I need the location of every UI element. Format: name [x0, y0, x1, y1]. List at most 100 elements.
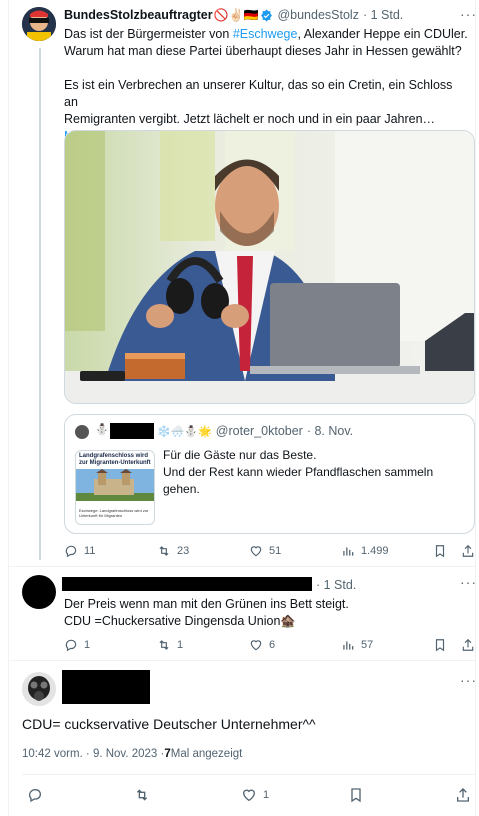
retweet-count: 23	[177, 545, 190, 557]
avatar-cartoon-icon	[22, 7, 56, 41]
quoted-thumbnail[interactable]: Landgrafenschloss wird zur Migranten-Unt…	[75, 450, 155, 525]
quoted-name-emojis: ❄️🌨️⛄🌟	[157, 425, 212, 438]
snowman-icon: ⛄	[95, 424, 109, 436]
tweet3-actions: 1	[0, 787, 479, 805]
like-button[interactable]: 1	[241, 787, 269, 803]
tweet1-header: BundesStolzbeauftragter 🚫✌🏻🇩🇪 @bundesSto…	[64, 8, 403, 22]
more-options-icon[interactable]: ···	[460, 672, 477, 688]
reply-count: 1	[84, 639, 91, 651]
timeline-right-border	[475, 0, 476, 816]
tweet1-actions: 11 23 51 1.499	[0, 544, 479, 560]
tweet1-line4: Remigranten vergibt. Jetzt lächelt er no…	[64, 112, 436, 126]
castle-photo	[76, 469, 154, 501]
gas-mask-icon	[22, 672, 56, 706]
retweet-button[interactable]: 23	[157, 544, 189, 558]
thumbnail-caption: Eschwege: Landgrafenschloss wird zur Unt…	[79, 508, 149, 518]
tweet3-meta: 10:42 vorm. · 9. Nov. 2023 · 7 Mal angez…	[22, 748, 242, 760]
thumbnail-title: Landgrafenschloss wird zur Migranten-Unt…	[79, 453, 151, 466]
quoted-line3: gehen.	[163, 482, 200, 496]
retweet-button[interactable]: 1	[157, 638, 183, 652]
like-count: 51	[269, 545, 282, 557]
heart-icon	[250, 546, 262, 557]
reply-button[interactable]	[27, 787, 43, 803]
photo-man-with-headphones	[65, 131, 474, 403]
tweet-timestamp[interactable]: 10:42 vorm. · 9. Nov. 2023 ·	[22, 748, 164, 760]
retweet-icon	[136, 789, 148, 801]
bookmark-icon	[435, 545, 445, 558]
like-count: 1	[263, 789, 270, 801]
tweet2-actions: 1 1 6 57	[0, 638, 479, 654]
like-button[interactable]: 6	[249, 638, 275, 652]
tweet2-line2: CDU =Chuckersative Dingensda Union🏚️	[64, 614, 296, 628]
reply-button[interactable]: 1	[64, 638, 90, 652]
share-icon	[462, 544, 474, 557]
author-handle[interactable]: @bundesStolz	[277, 8, 359, 22]
author-name-emojis: 🚫✌🏻🇩🇪	[213, 8, 259, 22]
author-name[interactable]: BundesStolzbeauftragter	[64, 8, 213, 22]
quoted-tweet-card[interactable]: ⛄ ❄️🌨️⛄🌟 @roter_0ktober · 8. Nov. Landgr…	[64, 414, 475, 534]
reply-icon	[65, 545, 77, 558]
hashtag-link[interactable]: #Eschwege	[233, 27, 298, 41]
bookmark-button[interactable]	[433, 544, 447, 558]
retweet-icon	[159, 546, 169, 556]
timeline-left-border	[8, 0, 9, 816]
retweet-count: 1	[177, 639, 184, 651]
views-chart-icon	[343, 641, 354, 650]
views-label: Mal angezeigt	[170, 748, 243, 760]
share-button[interactable]	[455, 787, 471, 803]
tweet2-text: Der Preis wenn man mit den Grünen ins Be…	[64, 596, 469, 630]
divider	[9, 566, 475, 567]
tweet-time[interactable]: · 1 Std.	[363, 8, 403, 22]
tweet1-line3: Es ist ein Verbrechen an unserer Kultur,…	[64, 78, 453, 109]
bookmark-button[interactable]	[433, 638, 447, 652]
tweet-photo[interactable]	[64, 130, 475, 404]
quoted-line2: Und der Rest kann wieder Pfandflaschen s…	[163, 465, 434, 479]
quoted-text: Für die Gäste nur das Beste. Und der Res…	[163, 447, 463, 498]
redacted-name	[62, 670, 150, 704]
retweet-icon	[159, 640, 169, 650]
avatar[interactable]	[22, 7, 56, 41]
tweet3-text: CDU= cuckservative Deutscher Unternehmer…	[22, 716, 316, 732]
quoted-avatar[interactable]	[75, 425, 89, 439]
tweet-time[interactable]: · 1 Std.	[316, 578, 356, 592]
quoted-handle[interactable]: @roter_0ktober	[216, 424, 303, 438]
reply-icon	[65, 639, 77, 652]
reply-button[interactable]: 11	[64, 544, 95, 558]
thread-connector-line	[39, 48, 41, 560]
reply-count: 11	[84, 545, 96, 557]
bookmark-icon	[435, 639, 445, 652]
views-button[interactable]: 1.499	[341, 544, 389, 558]
tweet1-text: Das ist der Bürgermeister von #Eschwege,…	[64, 26, 469, 145]
share-icon	[457, 788, 469, 802]
avatar[interactable]	[22, 575, 56, 609]
heart-icon	[250, 640, 262, 651]
more-options-icon[interactable]: ···	[460, 6, 477, 22]
retweet-button[interactable]	[134, 787, 150, 803]
bookmark-icon	[351, 788, 361, 803]
reply-icon	[28, 788, 41, 803]
share-button[interactable]	[461, 638, 475, 652]
like-count: 6	[269, 639, 276, 651]
like-button[interactable]: 51	[249, 544, 281, 558]
redacted-name	[62, 577, 312, 591]
tweet2-header: · 1 Std.	[316, 578, 356, 592]
divider	[9, 660, 475, 661]
verified-badge-icon	[260, 9, 273, 22]
quoted-header: ❄️🌨️⛄🌟 @roter_0ktober · 8. Nov.	[157, 424, 353, 438]
quoted-line1: Für die Gäste nur das Beste.	[163, 448, 317, 462]
tweet1-line2: Warum hat man diese Partei überhaupt die…	[64, 44, 462, 58]
views-chart-icon	[343, 547, 354, 556]
divider	[22, 774, 475, 775]
redacted-name	[110, 423, 154, 439]
bookmark-button[interactable]	[348, 787, 364, 803]
more-options-icon[interactable]: ···	[460, 574, 477, 590]
avatar[interactable]	[22, 672, 56, 706]
view-count: 1.499	[361, 545, 389, 557]
views-button[interactable]: 57	[341, 638, 373, 652]
share-icon	[462, 638, 474, 651]
share-button[interactable]	[461, 544, 475, 558]
view-count: 57	[361, 639, 374, 651]
tweet1-line1: Das ist der Bürgermeister von #Eschwege,…	[64, 27, 468, 41]
heart-icon	[242, 789, 256, 802]
quoted-time[interactable]: · 8. Nov.	[307, 424, 353, 438]
